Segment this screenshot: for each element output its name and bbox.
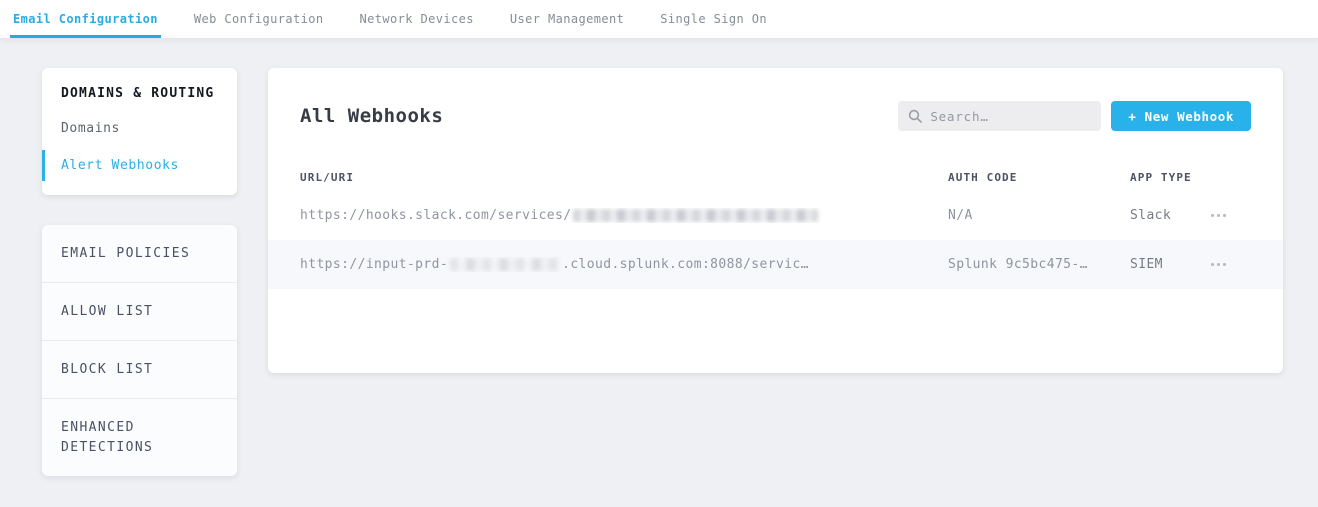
table-row: https://hooks.slack.com/services/ N/A Sl… bbox=[268, 191, 1283, 240]
sidebar-item-email-policies[interactable]: EMAIL POLICIES bbox=[42, 225, 237, 283]
row-menu-icon[interactable] bbox=[1207, 257, 1230, 272]
app-type-cell: SIEM bbox=[1130, 257, 1207, 272]
sidebar-item-enhanced-detections[interactable]: ENHANCED DETECTIONS bbox=[42, 399, 237, 476]
sidebar: DOMAINS & ROUTING Domains Alert Webhooks… bbox=[42, 68, 237, 476]
tab-network-devices[interactable]: Network Devices bbox=[357, 0, 477, 38]
webhook-url-cell: https://hooks.slack.com/services/ bbox=[300, 208, 948, 223]
column-header-app-type: APP TYPE bbox=[1130, 171, 1207, 184]
search-box[interactable] bbox=[898, 101, 1101, 131]
sidebar-item-allow-list[interactable]: ALLOW LIST bbox=[42, 283, 237, 341]
table-row: https://input-prd- .cloud.splunk.com:8088… bbox=[268, 240, 1283, 289]
url-text: https://input-prd- bbox=[300, 257, 448, 272]
panel-header: All Webhooks + New Webhook bbox=[268, 68, 1283, 131]
tab-user-management[interactable]: User Management bbox=[507, 0, 627, 38]
page-body: DOMAINS & ROUTING Domains Alert Webhooks… bbox=[0, 38, 1318, 507]
page-title: All Webhooks bbox=[300, 105, 898, 127]
sidebar-sections-card: EMAIL POLICIES ALLOW LIST BLOCK LIST ENH… bbox=[42, 225, 237, 476]
url-text: .cloud.splunk.com:8088/servic… bbox=[562, 257, 809, 272]
domains-routing-card: DOMAINS & ROUTING Domains Alert Webhooks bbox=[42, 68, 237, 195]
tab-web-configuration[interactable]: Web Configuration bbox=[191, 0, 327, 38]
search-icon bbox=[908, 109, 922, 123]
column-header-url: URL/URI bbox=[300, 171, 948, 184]
redacted-text bbox=[573, 209, 818, 222]
tab-single-sign-on[interactable]: Single Sign On bbox=[657, 0, 770, 38]
table-header-row: URL/URI AUTH CODE APP TYPE bbox=[268, 163, 1283, 191]
webhook-url-cell: https://input-prd- .cloud.splunk.com:8088… bbox=[300, 257, 948, 272]
tab-email-configuration[interactable]: Email Configuration bbox=[10, 0, 161, 38]
auth-code-cell: N/A bbox=[948, 208, 1130, 223]
app-type-cell: Slack bbox=[1130, 208, 1207, 223]
top-navigation: Email Configuration Web Configuration Ne… bbox=[0, 0, 1318, 38]
sidebar-item-alert-webhooks[interactable]: Alert Webhooks bbox=[42, 150, 237, 181]
sidebar-item-domains[interactable]: Domains bbox=[42, 113, 237, 144]
url-text: https://hooks.slack.com/services/ bbox=[300, 208, 571, 223]
search-input[interactable] bbox=[930, 109, 1091, 124]
domains-routing-title: DOMAINS & ROUTING bbox=[42, 86, 237, 107]
row-menu-icon[interactable] bbox=[1207, 208, 1230, 223]
column-header-auth-code: AUTH CODE bbox=[948, 171, 1130, 184]
redacted-text bbox=[450, 258, 560, 271]
sidebar-item-block-list[interactable]: BLOCK LIST bbox=[42, 341, 237, 399]
all-webhooks-panel: All Webhooks + New Webhook URL/URI AUTH … bbox=[268, 68, 1283, 373]
webhooks-table: URL/URI AUTH CODE APP TYPE https://hooks… bbox=[268, 163, 1283, 289]
auth-code-cell: Splunk 9c5bc475-… bbox=[948, 257, 1130, 272]
new-webhook-button[interactable]: + New Webhook bbox=[1111, 101, 1251, 131]
